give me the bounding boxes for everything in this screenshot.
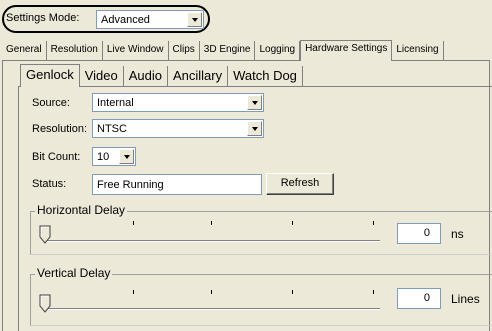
horizontal-delay-value[interactable]: 0 bbox=[397, 223, 441, 244]
source-dropdown[interactable]: Internal bbox=[92, 93, 264, 112]
tab-clips[interactable]: Clips bbox=[169, 41, 200, 60]
resolution-label: Resolution: bbox=[32, 123, 88, 135]
settings-mode-value: Advanced bbox=[101, 14, 150, 26]
status-value: Free Running bbox=[97, 179, 164, 191]
tab-label: Resolution bbox=[50, 44, 98, 55]
slider-tick bbox=[292, 221, 293, 225]
slider-tick bbox=[373, 290, 374, 294]
bit-count-dropdown[interactable]: 10 bbox=[92, 147, 136, 166]
slider-tick bbox=[133, 290, 134, 294]
refresh-button[interactable]: Refresh bbox=[266, 173, 334, 195]
resolution-dropdown[interactable]: NTSC bbox=[92, 119, 264, 138]
tab-live-window[interactable]: Live Window bbox=[103, 41, 169, 60]
tab-label: 3D Engine bbox=[203, 44, 251, 55]
tab-label: Ancillary bbox=[172, 68, 223, 83]
vertical-delay-value[interactable]: 0 bbox=[397, 288, 441, 309]
chevron-down-icon[interactable] bbox=[247, 95, 262, 110]
horizontal-delay-title: Horizontal Delay bbox=[35, 203, 128, 217]
bit-count-label: Bit Count: bbox=[32, 151, 81, 163]
source-label: Source: bbox=[32, 97, 70, 109]
slider-tick bbox=[211, 290, 212, 294]
tab-label: Watch Dog bbox=[233, 68, 297, 83]
resolution-value: NTSC bbox=[97, 123, 127, 135]
bit-count-value: 10 bbox=[97, 151, 110, 163]
slider-tick bbox=[133, 221, 134, 225]
tab-label: Live Window bbox=[106, 44, 164, 55]
settings-mode-dropdown[interactable]: Advanced bbox=[96, 10, 204, 29]
refresh-button-label: Refresh bbox=[280, 177, 320, 189]
chevron-down-icon[interactable] bbox=[187, 12, 202, 27]
vertical-delay-title: Vertical Delay bbox=[35, 266, 113, 280]
horizontal-delay-value-text: 0 bbox=[423, 227, 430, 239]
vertical-delay-slider-thumb[interactable] bbox=[39, 294, 52, 314]
tab-label: Genlock bbox=[26, 67, 74, 82]
vertical-delay-unit: Lines bbox=[451, 292, 480, 306]
tab-ancillary[interactable]: Ancillary bbox=[168, 66, 229, 86]
tab-3d-engine[interactable]: 3D Engine bbox=[200, 41, 256, 60]
slider-tick bbox=[292, 290, 293, 294]
tab-label: Clips bbox=[172, 44, 195, 55]
tab-licensing[interactable]: Licensing bbox=[392, 41, 444, 60]
tab-label: Logging bbox=[259, 44, 296, 55]
tab-label: Hardware Settings bbox=[305, 43, 388, 54]
status-field: Free Running bbox=[92, 174, 262, 195]
settings-mode-label: Settings Mode: bbox=[6, 12, 80, 24]
tab-label: Video bbox=[84, 68, 118, 83]
horizontal-delay-unit: ns bbox=[451, 227, 464, 241]
vertical-delay-value-text: 0 bbox=[423, 292, 430, 304]
tab-genlock[interactable]: Genlock bbox=[20, 64, 80, 87]
tab-logging[interactable]: Logging bbox=[255, 41, 301, 60]
tab-label: General bbox=[6, 44, 42, 55]
slider-tick bbox=[211, 221, 212, 225]
tab-hardware-settings[interactable]: Hardware Settings bbox=[300, 40, 393, 61]
tab-video[interactable]: Video bbox=[80, 66, 124, 86]
tab-resolution[interactable]: Resolution bbox=[47, 41, 103, 60]
chevron-down-icon[interactable] bbox=[119, 149, 134, 164]
tab-label: Licensing bbox=[396, 44, 439, 55]
horizontal-delay-slider-thumb[interactable] bbox=[39, 225, 52, 245]
vertical-delay-track bbox=[44, 308, 380, 310]
slider-tick bbox=[373, 221, 374, 225]
horizontal-delay-track bbox=[44, 240, 380, 242]
tab-general[interactable]: General bbox=[2, 41, 47, 60]
inner-tab-bar: Genlock Video Audio Ancillary Watch Dog bbox=[20, 64, 303, 87]
chevron-down-icon[interactable] bbox=[247, 121, 262, 136]
tab-label: Audio bbox=[128, 68, 162, 83]
status-label: Status: bbox=[32, 178, 67, 190]
tab-audio[interactable]: Audio bbox=[124, 66, 168, 86]
source-value: Internal bbox=[97, 97, 134, 109]
tab-watch-dog[interactable]: Watch Dog bbox=[228, 66, 303, 86]
outer-tab-bar: General Resolution Live Window Clips 3D … bbox=[2, 40, 444, 61]
